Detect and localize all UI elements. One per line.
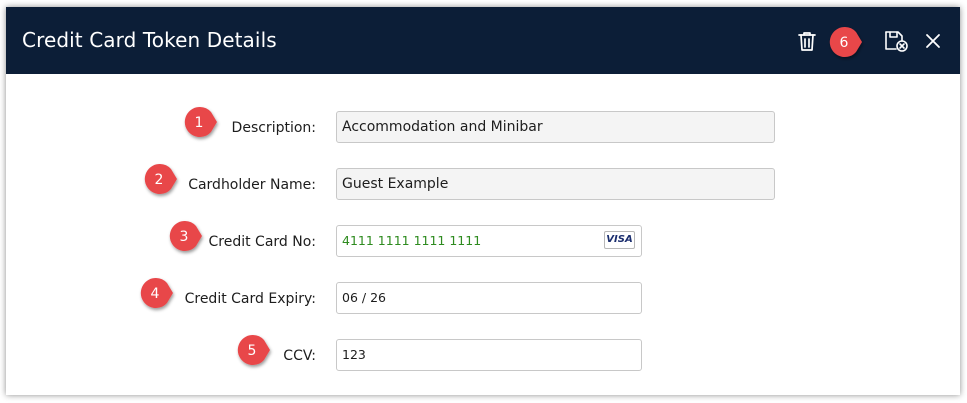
dialog-title: Credit Card Token Details	[22, 28, 277, 52]
ccv-label: CCV:	[283, 348, 316, 364]
description-label: Description:	[231, 120, 316, 136]
dialog-body: 1 Description: Accommodation and Minibar…	[6, 74, 960, 395]
callout-badge-6: 6	[828, 25, 862, 59]
credit-card-token-dialog: Credit Card Token Details 6 1 Descriptio…	[6, 7, 960, 395]
trash-icon[interactable]	[795, 29, 819, 53]
credit-card-number-value: 4111 1111 1111 1111	[342, 233, 482, 248]
callout-number: 6	[840, 35, 849, 51]
cardholder-name-label: Cardholder Name:	[188, 177, 316, 193]
close-icon[interactable]	[921, 29, 945, 53]
save-icon[interactable]	[883, 29, 908, 53]
visa-card-icon: VISA	[604, 231, 635, 249]
description-input[interactable]: Accommodation and Minibar	[336, 111, 775, 143]
credit-card-number-input[interactable]: 4111 1111 1111 1111	[336, 225, 642, 257]
dialog-header: Credit Card Token Details 6	[6, 7, 960, 74]
credit-card-number-label: Credit Card No:	[208, 234, 316, 250]
credit-card-expiry-input[interactable]: 06 / 26	[336, 282, 642, 314]
credit-card-expiry-label: Credit Card Expiry:	[184, 291, 316, 307]
ccv-input[interactable]: 123	[336, 339, 642, 371]
cardholder-name-input[interactable]: Guest Example	[336, 168, 775, 200]
